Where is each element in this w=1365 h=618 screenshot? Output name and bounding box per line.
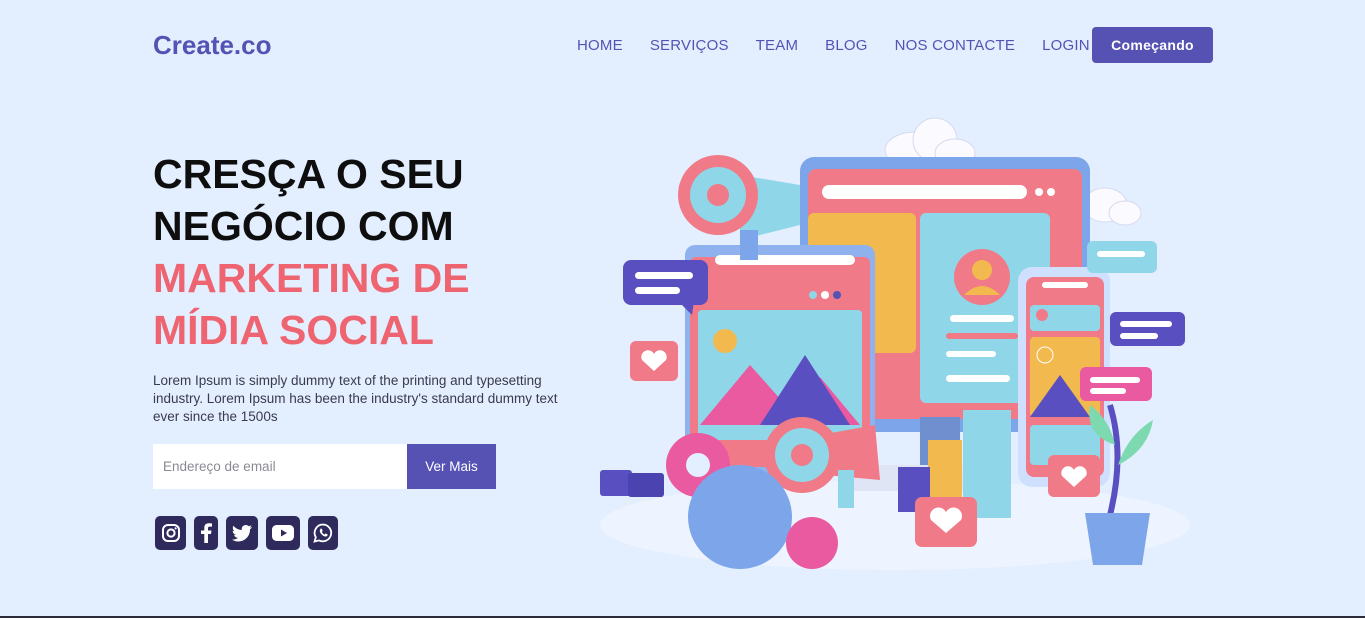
chat-bubble-icon	[1080, 367, 1152, 401]
chat-bubble-icon	[1110, 312, 1185, 346]
cloud-icon	[1082, 187, 1142, 226]
whatsapp-icon[interactable]	[308, 516, 338, 550]
twitter-icon[interactable]	[226, 516, 258, 550]
hero-title-accent1: MARKETING DE	[153, 255, 470, 301]
nav-item-blog[interactable]: BLOG	[825, 37, 867, 54]
nav-item-servicos[interactable]: SERVIÇOS	[650, 37, 729, 54]
hero-title-line1: CRESÇA O SEU	[153, 151, 464, 197]
get-started-button[interactable]: Começando	[1092, 27, 1213, 63]
hero-title: CRESÇA O SEU NEGÓCIO COM MARKETING DE MÍ…	[153, 148, 593, 356]
instagram-icon[interactable]	[155, 516, 186, 550]
youtube-icon[interactable]	[266, 516, 300, 550]
nav-item-login[interactable]: LOGIN	[1042, 37, 1090, 54]
landing-page: Create.co HOME SERVIÇOS TEAM BLOG NOS CO…	[0, 0, 1365, 618]
hero-description: Lorem Ipsum is simply dummy text of the …	[153, 373, 558, 424]
brand-logo[interactable]: Create.co	[153, 30, 272, 61]
email-field[interactable]	[153, 444, 407, 489]
sphere-shape	[688, 465, 792, 569]
chat-bubble-icon	[1087, 241, 1157, 273]
nav-item-contact[interactable]: NOS CONTACTE	[895, 37, 1015, 54]
hero-title-line2: NEGÓCIO COM	[153, 203, 454, 249]
social-links	[155, 516, 346, 550]
main-nav: HOME SERVIÇOS TEAM BLOG NOS CONTACTE LOG…	[577, 37, 1117, 54]
megaphone-icon	[678, 155, 800, 260]
email-form: Ver Mais	[153, 444, 496, 489]
social-media-marketing-illustration	[600, 117, 1190, 570]
see-more-button[interactable]: Ver Mais	[407, 444, 496, 489]
nav-item-home[interactable]: HOME	[577, 37, 623, 54]
hero-title-accent2: MÍDIA SOCIAL	[153, 307, 434, 353]
bar-shape	[928, 440, 962, 505]
heart-icon	[1048, 455, 1100, 497]
cube-shape	[628, 473, 664, 497]
sphere-shape	[786, 517, 838, 569]
heart-icon	[630, 341, 678, 381]
nav-item-team[interactable]: TEAM	[756, 37, 798, 54]
cube-shape	[600, 470, 632, 496]
facebook-icon[interactable]	[194, 516, 218, 550]
heart-icon	[915, 497, 977, 547]
